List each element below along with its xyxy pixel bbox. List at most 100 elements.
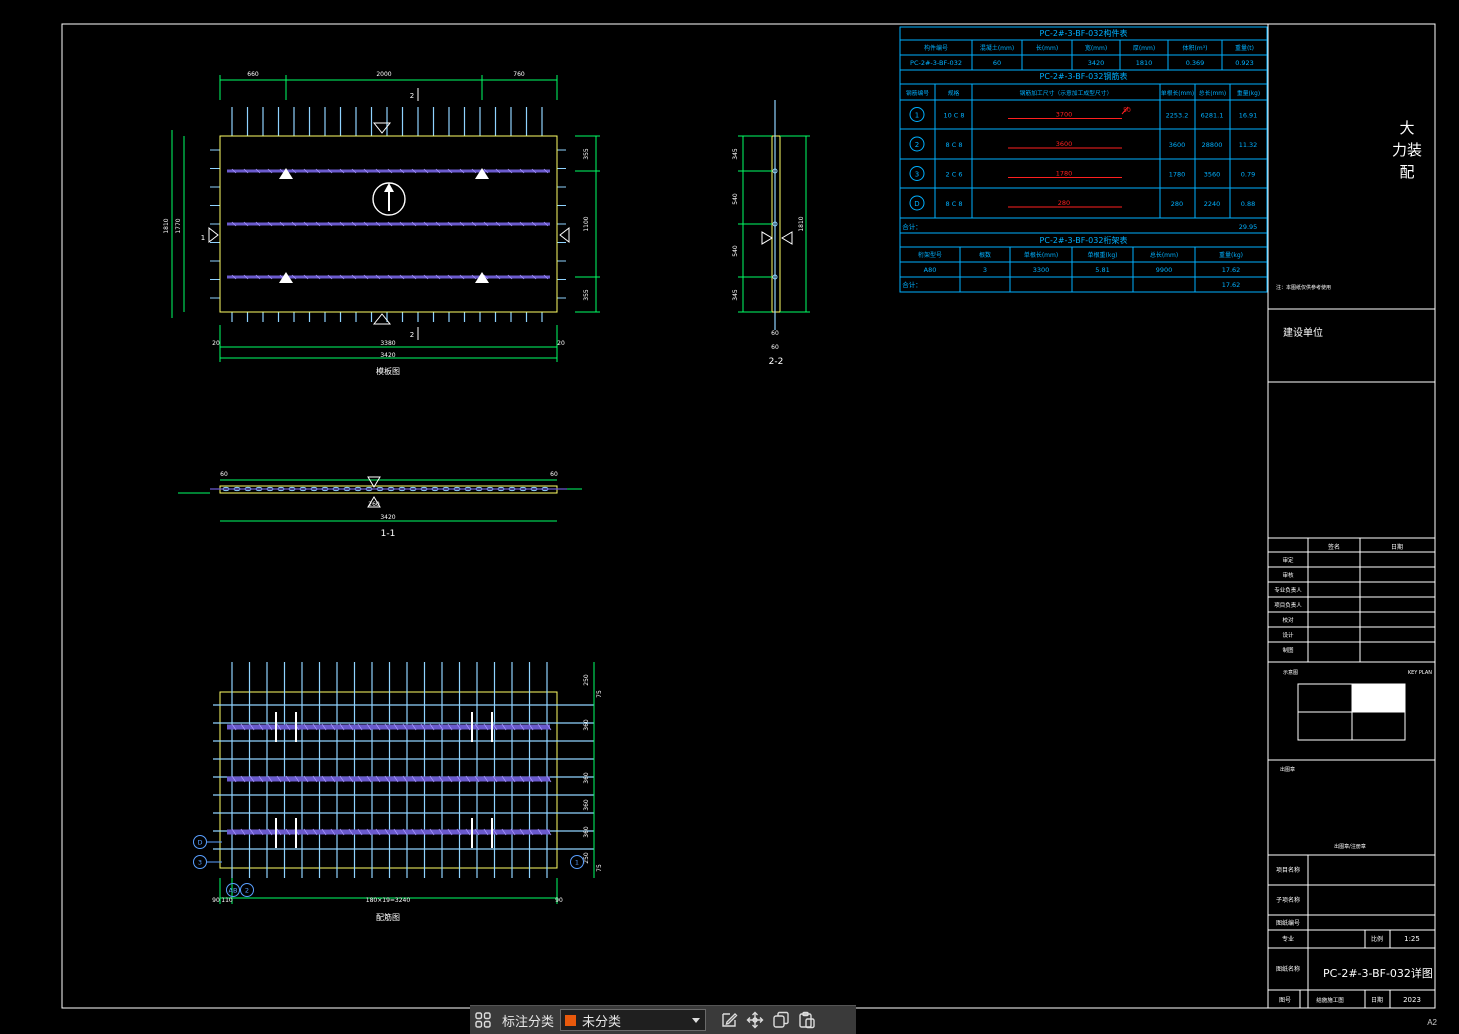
table1-cell: 0.369 xyxy=(1186,59,1205,67)
seal-label: 出图章 xyxy=(1280,766,1295,773)
drawing-no-label: 图纸编号 xyxy=(1276,919,1300,927)
table3-header: 根数 xyxy=(979,251,991,259)
section-dim: 60 xyxy=(220,471,228,478)
company-name: 大 xyxy=(1399,119,1414,137)
table1-header: 厚(mm) xyxy=(1133,45,1155,52)
annotation-category-label: 标注分类 xyxy=(502,1013,555,1029)
bar-weight: 0.88 xyxy=(1241,200,1255,208)
plan-dim-top: 760 xyxy=(513,71,525,78)
rebar-dim-bottom: 90 xyxy=(212,897,220,904)
table2-header: 钢筋加工尺寸（示意加工成型尺寸） xyxy=(1020,89,1113,97)
table3-header: 重量(kg) xyxy=(1219,251,1243,259)
table3-total-label: 合计： xyxy=(902,280,922,289)
scale-value: 1:25 xyxy=(1404,935,1420,943)
section-triangle-icon xyxy=(208,226,219,244)
table1-header: 构件编号 xyxy=(924,44,948,52)
bar-number: 1 xyxy=(915,112,919,120)
table1-cell: 1810 xyxy=(1136,59,1153,67)
bar-length: 280 xyxy=(1171,200,1183,208)
table2-header: 重量(kg) xyxy=(1237,89,1260,97)
plan-dim-left: 1770 xyxy=(175,218,182,233)
role-label: 专业负责人 xyxy=(1274,586,1302,594)
plan-dim-right: 355 xyxy=(583,289,590,301)
table2-header: 总长(mm) xyxy=(1199,89,1226,97)
bar-weight: 0.79 xyxy=(1241,171,1255,179)
plan-dim-top: 2000 xyxy=(376,71,391,78)
orientation-arrowhead xyxy=(384,183,394,192)
table2-header: 单根长(mm) xyxy=(1161,89,1194,97)
rebar-dim-right: 75 xyxy=(596,690,603,698)
section-title: 2-2 xyxy=(769,357,784,367)
rebar-dim-right: 360 xyxy=(583,799,590,811)
paste-icon[interactable] xyxy=(794,1008,820,1032)
table1-cell: PC-2#-3-BF-032 xyxy=(910,59,962,67)
sig-header: 日期 xyxy=(1391,543,1403,551)
bar-number: D xyxy=(914,200,919,208)
edit-icon[interactable] xyxy=(716,1008,742,1032)
bar-length: 3600 xyxy=(1169,141,1186,149)
table3-header: 单根重(kg) xyxy=(1088,251,1118,259)
rebar-dim-bottom: 110 xyxy=(221,897,233,904)
table1-cell: 60 xyxy=(993,59,1001,67)
rebar-dim-right: 250 xyxy=(583,674,590,686)
bar-weight: 16.91 xyxy=(1239,112,1258,120)
rebar-dim-right: 75 xyxy=(596,864,603,872)
bar-total-length: 3560 xyxy=(1204,171,1221,179)
rebar-tag: 3 xyxy=(198,859,202,867)
rebar-dim-right: 360 xyxy=(583,719,590,731)
table3-header: 桁架型号 xyxy=(918,251,942,259)
plan-view: 660 2000 760 2 2 20 3380 20 3420 模板图 1810 1770 1 355 1… xyxy=(163,71,600,376)
table1-header: 宽(mm) xyxy=(1085,44,1107,52)
section-triangle-icon xyxy=(761,231,773,245)
grid-icon[interactable] xyxy=(470,1008,496,1032)
table2-total-label: 合计： xyxy=(902,222,922,231)
rebar-tag: AB xyxy=(229,887,238,895)
bar-spec: 8 C 8 xyxy=(946,141,963,149)
annotation-toolbar: 标注分类 未分类 xyxy=(470,1005,856,1034)
table1-header: 长(mm) xyxy=(1036,44,1058,52)
title-note: 注：本图纸仅供参考使用 xyxy=(1276,284,1331,291)
table3-cell: 17.62 xyxy=(1222,266,1241,274)
table3-title: PC-2#-3-BF-032桁架表 xyxy=(1040,235,1128,245)
copy-icon[interactable] xyxy=(768,1008,794,1032)
section-dim: 540 xyxy=(732,193,739,205)
table3-cell: 3 xyxy=(983,266,987,274)
role-label: 项目负责人 xyxy=(1274,601,1302,609)
plan-dim-total: 3420 xyxy=(380,352,395,359)
rebar-title: 配筋图 xyxy=(376,912,400,922)
plan-dim-bottom: 20 xyxy=(557,340,565,347)
table3-header: 单根长(mm) xyxy=(1024,251,1058,259)
table1-cell: 0.923 xyxy=(1235,59,1254,67)
bar-spec: 10 C 8 xyxy=(943,112,964,120)
bar-shape-dim: 3600 xyxy=(1056,140,1073,148)
rebar-view: 180×19=324090 110 90配筋图2503603603603602507… xyxy=(193,662,603,922)
table1-title: PC-2#-3-BF-032构件表 xyxy=(1040,28,1128,38)
table3-cell: A80 xyxy=(924,266,937,274)
plan-dim-right: 355 xyxy=(583,148,590,160)
section-dim: 345 xyxy=(732,289,739,301)
table3-cell: 3300 xyxy=(1033,266,1050,274)
rebar-dim-right: 360 xyxy=(583,772,590,784)
plan-dim-right: 1100 xyxy=(583,216,590,231)
section-2-2: 345 540 540 345 1810 60 60 2-2 xyxy=(732,100,810,367)
bar-number: 3 xyxy=(915,171,919,179)
bar-total-length: 2240 xyxy=(1204,200,1221,208)
annotation-category-select[interactable]: 未分类 xyxy=(560,1009,707,1031)
schedule-tables: PC-2#-3-BF-032构件表构件编号 混凝土(mm) 长(mm) 宽(mm) 厚(… xyxy=(899,26,1268,293)
scale-label: 比例 xyxy=(1371,935,1383,943)
date-value: 2023 xyxy=(1403,996,1421,1004)
rebar-tag: D xyxy=(197,839,202,847)
keyplan-highlight xyxy=(1351,683,1406,713)
role-label: 制图 xyxy=(1282,646,1294,654)
keyplan-title: 示意图 xyxy=(1283,669,1298,676)
table3-cell: 9900 xyxy=(1156,266,1173,274)
role-label: 审定 xyxy=(1282,556,1294,564)
plan-dim-bottom: 3380 xyxy=(380,340,395,347)
table3-cell: 5.81 xyxy=(1095,266,1109,274)
bar-hook-dim: 50 xyxy=(1123,107,1131,114)
plan-dim-bottom: 20 xyxy=(212,340,220,347)
cad-drawing-canvas[interactable]: PC-2#-3-BF-032构件表构件编号 混凝土(mm) 长(mm) 宽(mm) 厚(… xyxy=(0,0,1459,1033)
section-mark: 1 xyxy=(201,234,205,242)
project-label: 项目名称 xyxy=(1276,866,1300,874)
move-icon[interactable] xyxy=(742,1008,768,1032)
